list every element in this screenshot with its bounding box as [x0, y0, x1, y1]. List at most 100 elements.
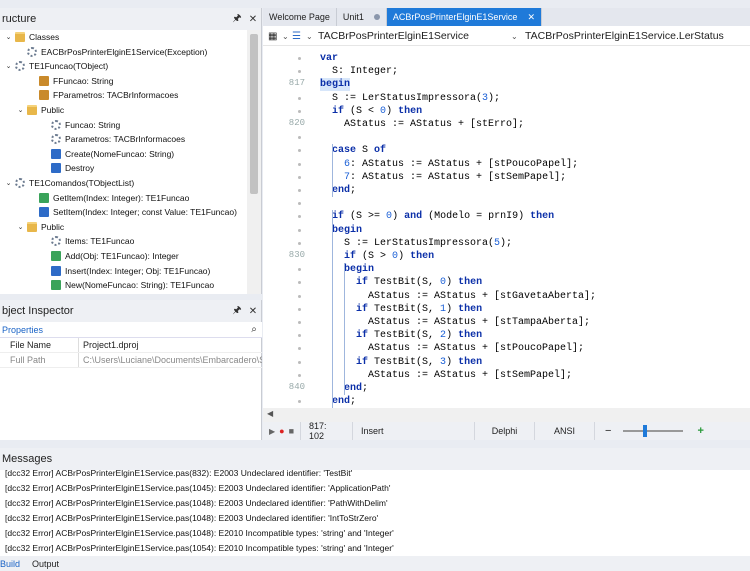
- code-token: ;: [350, 396, 357, 408]
- gutter-dot: [298, 215, 301, 219]
- pin-icon[interactable]: 🖈: [229, 11, 245, 28]
- code-token: AStatus := AStatus + [stGavetaAberta];: [320, 290, 597, 302]
- gutter-dot: [298, 294, 301, 298]
- tree-node[interactable]: FFuncao: String: [28, 74, 113, 88]
- inspector-title-bar: bject Inspector 🖈 ✕: [0, 300, 261, 322]
- tree-node[interactable]: New(NomeFuncao: String): TE1Funcao: [40, 278, 214, 292]
- message-item[interactable]: [dcc32 Error] ACBrPosPrinterElginE1Servi…: [5, 483, 390, 493]
- tree-node-label: Public: [41, 105, 65, 115]
- structure-scrollbar[interactable]: [247, 30, 261, 294]
- collapse-icon[interactable]: ⌄: [4, 62, 13, 71]
- code-line: begin: [320, 263, 374, 276]
- property-icon: [51, 236, 61, 247]
- code-token: TestBit(S,: [368, 330, 441, 342]
- tree-node[interactable]: Parametros: TACBrInformacoes: [40, 132, 185, 146]
- scroll-left-icon[interactable]: ◀: [267, 409, 273, 418]
- message-item[interactable]: [dcc32 Error] ACBrPosPrinterElginE1Servi…: [5, 543, 394, 553]
- inspector-title: bject Inspector: [2, 305, 74, 317]
- tab-unit1[interactable]: Unit1: [337, 8, 387, 26]
- close-icon[interactable]: ✕: [245, 306, 261, 317]
- editor-tabs: Welcome Page Unit1 ACBrPosPrinterElginE1…: [263, 8, 750, 26]
- search-icon[interactable]: ⌕: [246, 324, 262, 335]
- tab-label: ACBrPosPrinterElginE1Service: [392, 12, 518, 22]
- code-line: case S of: [320, 144, 386, 157]
- code-area[interactable]: var S: Integer; begin S := LerStatusImpre…: [320, 46, 738, 408]
- horizontal-scrollbar[interactable]: ◀: [263, 408, 750, 422]
- zoom-out-icon[interactable]: −: [605, 425, 611, 437]
- zoom-in-icon[interactable]: +: [697, 425, 703, 437]
- tree-node[interactable]: ⌄ Public: [16, 220, 64, 234]
- inspector-value[interactable]: Project1.dproj: [78, 338, 262, 352]
- pin-icon[interactable]: 🖈: [229, 303, 245, 320]
- gutter-dot: [298, 189, 301, 192]
- inspector-key: File Name: [10, 340, 52, 350]
- code-token: TestBit(S,: [368, 303, 441, 315]
- tree-node[interactable]: Destroy: [40, 161, 94, 175]
- code-token: ): [392, 211, 405, 223]
- tree-node[interactable]: GetItem(Index: Integer): TE1Funcao: [28, 191, 189, 205]
- tab-build[interactable]: Build: [0, 559, 26, 569]
- tree-node[interactable]: Add(Obj: TE1Funcao): Integer: [40, 249, 179, 263]
- chevron-down-icon[interactable]: ⌄: [511, 32, 523, 41]
- tree-node[interactable]: FParametros: TACBrInformacoes: [28, 88, 178, 102]
- close-icon[interactable]: ✕: [527, 12, 535, 23]
- inspector-row[interactable]: File Name Project1.dproj: [0, 338, 262, 353]
- chevron-down-icon[interactable]: ⌄: [306, 32, 316, 41]
- method-list-icon[interactable]: ☰: [292, 31, 306, 42]
- tree-node[interactable]: Create(NomeFuncao: String): [40, 147, 174, 161]
- tree-node[interactable]: Funcao: String: [40, 118, 120, 132]
- code-line: end;: [320, 184, 356, 197]
- class-selector[interactable]: TACBrPosPrinterElginE1Service: [316, 30, 511, 42]
- tab-output[interactable]: Output: [26, 559, 65, 569]
- gutter-dot: [298, 96, 301, 100]
- code-line: 7: AStatus := AStatus + [stSemPapel];: [320, 171, 566, 184]
- line-number: 817: [288, 78, 305, 89]
- message-item[interactable]: [dcc32 Error] ACBrPosPrinterElginE1Servi…: [5, 528, 394, 538]
- record-icon[interactable]: ●: [279, 426, 284, 436]
- code-editor: Welcome Page Unit1 ACBrPosPrinterElginE1…: [263, 8, 750, 441]
- collapse-icon[interactable]: ⌄: [4, 179, 13, 188]
- code-token: (S >=: [344, 211, 387, 223]
- zoom-slider-thumb[interactable]: [643, 425, 648, 437]
- tree-node[interactable]: ⌄ Classes: [4, 30, 59, 44]
- collapse-icon[interactable]: ⌄: [4, 33, 13, 42]
- code-token: if: [356, 330, 369, 342]
- method-selector[interactable]: TACBrPosPrinterElginE1Service.LerStatus: [523, 30, 724, 42]
- message-item[interactable]: [dcc32 Error] ACBrPosPrinterElginE1Servi…: [5, 468, 352, 478]
- code-token: of: [374, 145, 387, 157]
- code-token: S := LerStatusImpressora(: [320, 92, 483, 104]
- tab-properties[interactable]: Properties: [0, 325, 246, 335]
- tree-node[interactable]: ⌄ Public: [16, 103, 64, 117]
- close-icon[interactable]: ✕: [245, 14, 261, 25]
- tree-node[interactable]: ⌄ TE1Funcao(TObject): [4, 59, 108, 73]
- toolbar-book-icon[interactable]: ▦: [268, 31, 282, 42]
- chevron-down-icon[interactable]: ⌄: [282, 32, 292, 41]
- code-token: ;: [362, 383, 369, 394]
- tree-node[interactable]: Insert(Index: Integer; Obj: TE1Funcao): [40, 264, 210, 278]
- tree-node[interactable]: EACBrPosPrinterElginE1Service(Exception): [16, 45, 207, 59]
- gutter-dot: [298, 307, 301, 311]
- inspector-value[interactable]: C:\Users\Luciane\Documents\Embarcadero\S: [78, 353, 262, 367]
- inspector-row[interactable]: Full Path C:\Users\Luciane\Documents\Emba…: [0, 353, 262, 368]
- message-item[interactable]: [dcc32 Error] ACBrPosPrinterElginE1Servi…: [5, 513, 378, 523]
- code-token: case: [332, 145, 357, 157]
- play-icon[interactable]: ▶: [269, 427, 275, 436]
- stop-icon[interactable]: ■: [289, 426, 294, 436]
- code-token: ): [446, 303, 459, 315]
- tree-node[interactable]: SetItem(Index: Integer; const Value: TE1…: [28, 205, 237, 219]
- code-token: AStatus := AStatus + [stErro];: [320, 119, 525, 130]
- collapse-icon[interactable]: ⌄: [16, 106, 25, 115]
- tree-node[interactable]: Items: TE1Funcao: [40, 234, 134, 248]
- gutter-dot: [298, 175, 301, 179]
- code-token: if: [332, 211, 345, 223]
- tree-node[interactable]: ⌄ TE1Comandos(TObjectList): [4, 176, 134, 190]
- tab-welcome-page[interactable]: Welcome Page: [263, 8, 337, 26]
- tab-acbr-pos-printer[interactable]: ACBrPosPrinterElginE1Service ✕: [386, 8, 542, 26]
- collapse-icon[interactable]: ⌄: [16, 222, 25, 231]
- editor-status-bar: ▶ ● ■ 817: 102 Insert Delphi ANSI − +: [263, 421, 750, 441]
- message-item[interactable]: [dcc32 Error] ACBrPosPrinterElginE1Servi…: [5, 498, 388, 508]
- code-token: then: [458, 303, 483, 315]
- zoom-slider[interactable]: [623, 425, 684, 437]
